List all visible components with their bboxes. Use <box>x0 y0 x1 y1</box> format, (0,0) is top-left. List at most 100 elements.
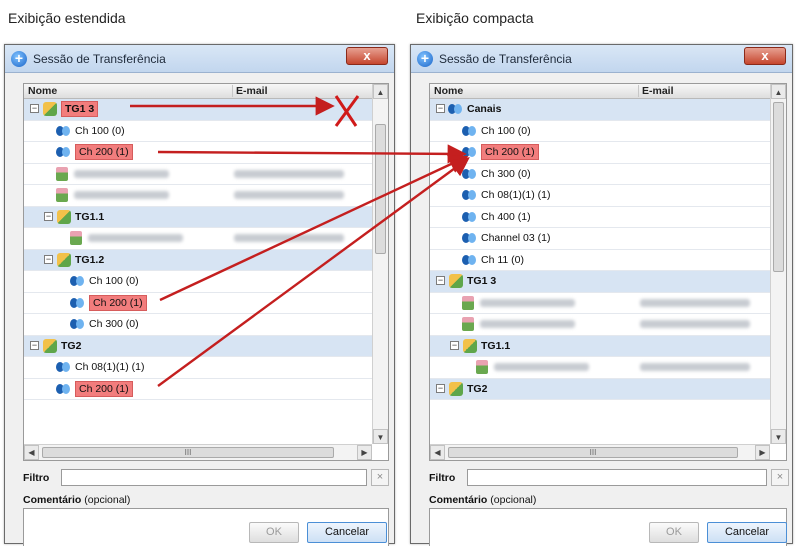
filter-clear-icon[interactable]: × <box>371 469 389 486</box>
tree-channel-row[interactable]: Ch 08(1)(1) (1) <box>24 357 372 379</box>
collapse-icon[interactable]: − <box>436 104 445 113</box>
tree-channel-row[interactable]: Ch 200 (1) <box>24 379 372 400</box>
talk-group-icon <box>43 102 57 116</box>
ok-button[interactable]: OK <box>249 522 299 543</box>
tree-view[interactable]: Nome E-mail − TG1 3 Ch 100 (0) Ch 200 (1) − T… <box>23 83 389 461</box>
scroll-down-icon[interactable]: ▼ <box>771 429 786 444</box>
channel-icon <box>462 189 478 201</box>
scroll-up-icon[interactable]: ▲ <box>771 84 786 99</box>
scroll-thumb[interactable] <box>773 102 784 272</box>
redacted-name <box>480 320 575 328</box>
scroll-left-icon[interactable]: ◀ <box>24 445 39 460</box>
redacted-email <box>640 320 750 328</box>
app-plus-icon: + <box>11 51 27 67</box>
column-header-email[interactable]: E-mail <box>232 85 268 97</box>
tree-channel-row[interactable]: Ch 100 (0) <box>24 121 372 142</box>
close-button[interactable]: x <box>744 47 786 65</box>
scroll-down-icon[interactable]: ▼ <box>373 429 388 444</box>
redacted-name <box>480 298 575 307</box>
tree-item-label: Ch 300 (0) <box>481 167 531 180</box>
tree-channel-row[interactable]: Ch 100 (0) <box>24 271 372 293</box>
tree-view[interactable]: Nome E-mail − Canais Ch 100 (0) Ch 200 (1) C… <box>429 83 787 461</box>
comment-label-text: Comentário <box>429 494 488 506</box>
hscroll-thumb[interactable]: III <box>42 447 334 458</box>
scroll-left-icon[interactable]: ◀ <box>430 445 445 460</box>
tree-group-row[interactable]: − TG1 3 <box>430 271 770 293</box>
scroll-up-icon[interactable]: ▲ <box>373 84 388 99</box>
tree-item-label: Canais <box>467 103 502 115</box>
caption-extended-view: Exibição estendida <box>8 10 126 26</box>
tree-item-label: Ch 100 (0) <box>89 275 139 287</box>
cancel-button[interactable]: Cancelar <box>707 522 787 543</box>
tree-channel-row[interactable]: Ch 200 (1) <box>24 293 372 314</box>
tree-channel-row[interactable]: Ch 200 (1) <box>24 142 372 164</box>
channel-icon <box>56 125 72 137</box>
collapse-icon[interactable]: − <box>30 104 39 113</box>
collapse-icon[interactable]: − <box>436 276 445 285</box>
ok-button[interactable]: OK <box>649 522 699 543</box>
tree-group-row[interactable]: − TG2 <box>24 335 372 357</box>
vertical-scrollbar[interactable]: ▲ ▼ <box>372 84 388 444</box>
column-header-email[interactable]: E-mail <box>638 85 674 97</box>
scroll-thumb[interactable] <box>375 124 386 254</box>
talk-group-icon <box>57 252 71 267</box>
cancel-button[interactable]: Cancelar <box>307 522 387 543</box>
tree-channel-row[interactable]: Ch 300 (0) <box>24 314 372 336</box>
scroll-right-icon[interactable]: ▶ <box>755 445 770 460</box>
channel-icon <box>70 275 86 287</box>
redacted-email <box>640 363 750 371</box>
column-header-name[interactable]: Nome <box>28 85 57 97</box>
tree-group-row[interactable]: − TG2 <box>430 378 770 400</box>
collapse-icon[interactable]: − <box>436 383 445 393</box>
tree-user-row[interactable] <box>24 164 372 185</box>
channel-icon <box>462 232 478 244</box>
collapse-icon[interactable]: − <box>450 340 459 350</box>
collapse-icon[interactable]: − <box>44 211 53 221</box>
user-icon <box>462 317 474 331</box>
tree-item-label: TG1.1 <box>75 210 105 223</box>
tree-channel-row[interactable]: Ch 100 (0) <box>430 121 770 142</box>
vertical-scrollbar[interactable]: ▲ ▼ <box>770 84 786 444</box>
scroll-right-icon[interactable]: ▶ <box>357 445 372 460</box>
collapse-icon[interactable]: − <box>30 340 39 350</box>
tree-group-row[interactable]: − TG1.2 <box>24 249 372 271</box>
horizontal-scrollbar[interactable]: ◀ III ▶ <box>24 444 372 460</box>
user-icon <box>70 231 82 245</box>
tree-channel-row[interactable]: Ch 08(1)(1) (1) <box>430 185 770 207</box>
tree-item-label: TG1.2 <box>75 253 105 266</box>
collapse-icon[interactable]: − <box>44 254 53 264</box>
tree-item-label: TG1.1 <box>481 339 511 352</box>
channel-icon <box>462 168 478 180</box>
caption-compact-view: Exibição compacta <box>416 10 534 26</box>
tree-group-row[interactable]: − TG1 3 <box>24 99 372 121</box>
talk-group-icon <box>449 274 463 288</box>
filter-clear-icon[interactable]: × <box>771 469 789 486</box>
tree-channel-row[interactable]: Ch 11 (0) <box>430 250 770 271</box>
tree-channel-row[interactable]: Ch 300 (0) <box>430 164 770 185</box>
comment-label: Comentário (opcional) <box>23 494 130 506</box>
tree-user-row[interactable] <box>24 228 372 250</box>
hscroll-thumb[interactable]: III <box>448 447 738 458</box>
tree-group-row[interactable]: − TG1.1 <box>24 206 372 228</box>
tree-item-label: Ch 08(1)(1) (1) <box>75 361 145 373</box>
tree-user-row[interactable] <box>24 185 372 207</box>
tree-header: Nome E-mail <box>430 84 770 99</box>
horizontal-scrollbar[interactable]: ◀ III ▶ <box>430 444 770 460</box>
redacted-email <box>640 298 750 307</box>
tree-user-row[interactable] <box>430 357 770 379</box>
comment-label: Comentário (opcional) <box>429 494 536 506</box>
column-header-name[interactable]: Nome <box>434 85 463 97</box>
user-icon <box>56 166 68 181</box>
filter-input[interactable] <box>467 469 767 486</box>
app-plus-icon: + <box>417 51 433 67</box>
tree-user-row[interactable] <box>430 293 770 314</box>
tree-channel-row[interactable]: Channel 03 (1) <box>430 228 770 250</box>
tree-channel-row[interactable]: Ch 200 (1) <box>430 142 770 164</box>
close-button[interactable]: x <box>346 47 388 65</box>
tree-user-row[interactable] <box>430 314 770 336</box>
tree-group-row[interactable]: − TG1.1 <box>430 335 770 357</box>
tree-group-row[interactable]: − Canais <box>430 99 770 121</box>
talk-group-icon <box>43 338 57 353</box>
filter-input[interactable] <box>61 469 367 486</box>
tree-channel-row[interactable]: Ch 400 (1) <box>430 207 770 228</box>
